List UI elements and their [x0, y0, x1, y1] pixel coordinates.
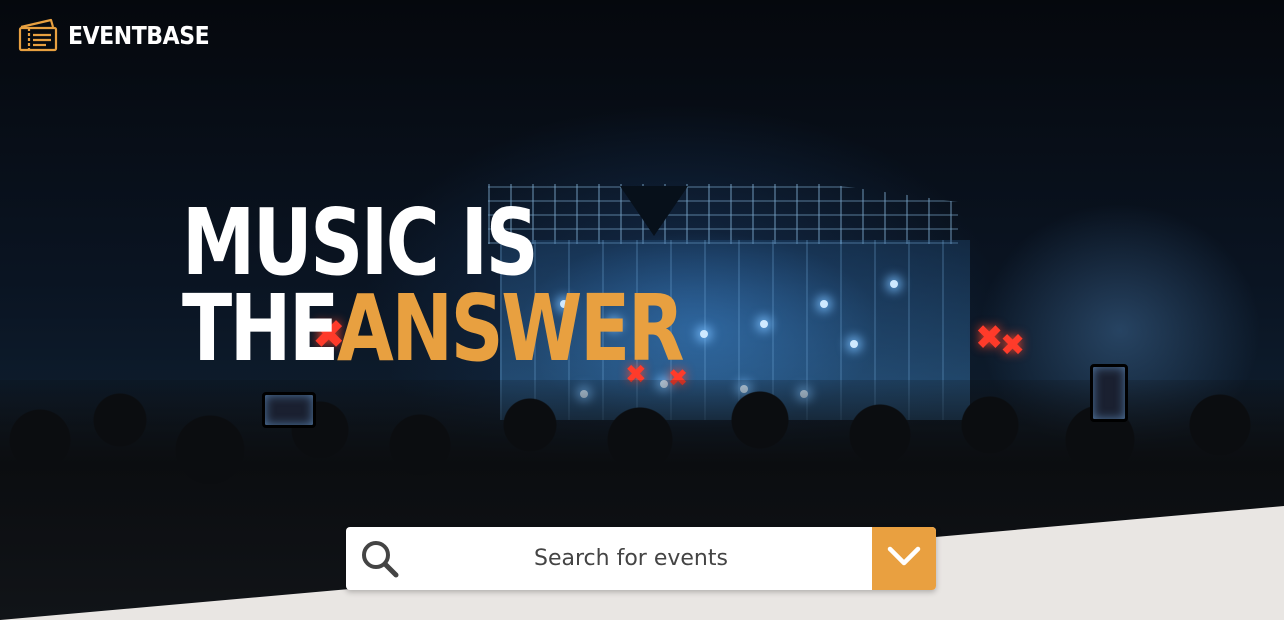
brand-name: EVENTBASE — [68, 20, 210, 50]
stage-light — [820, 300, 828, 308]
event-search-bar — [346, 527, 936, 590]
ticket-icon — [18, 18, 58, 52]
hero-headline: MUSIC IS THEANSWER — [182, 189, 685, 375]
stage-light — [890, 280, 898, 288]
phone-image — [1090, 364, 1128, 422]
x-light-icon: ✖ — [1000, 328, 1026, 363]
search-input[interactable] — [410, 527, 872, 590]
headline-line-2: THEANSWER — [182, 283, 685, 375]
headline-accent-word: ANSWER — [336, 275, 685, 382]
stage-light — [850, 340, 858, 348]
stage-light — [760, 320, 768, 328]
brand-logo[interactable]: EVENTBASE — [18, 18, 228, 52]
headline-white-word: THE — [182, 275, 339, 382]
chevron-down-icon — [884, 543, 924, 574]
stage-light — [700, 330, 708, 338]
headline-line-1: MUSIC IS — [182, 189, 539, 296]
phone-image — [262, 392, 316, 428]
search-dropdown-button[interactable] — [872, 527, 936, 590]
search-icon[interactable] — [350, 527, 410, 590]
hero-section: ✖ ✖ ✖ ✖ ✖ EVENTBASE MUSIC IS THEANSWER — [0, 0, 1284, 620]
